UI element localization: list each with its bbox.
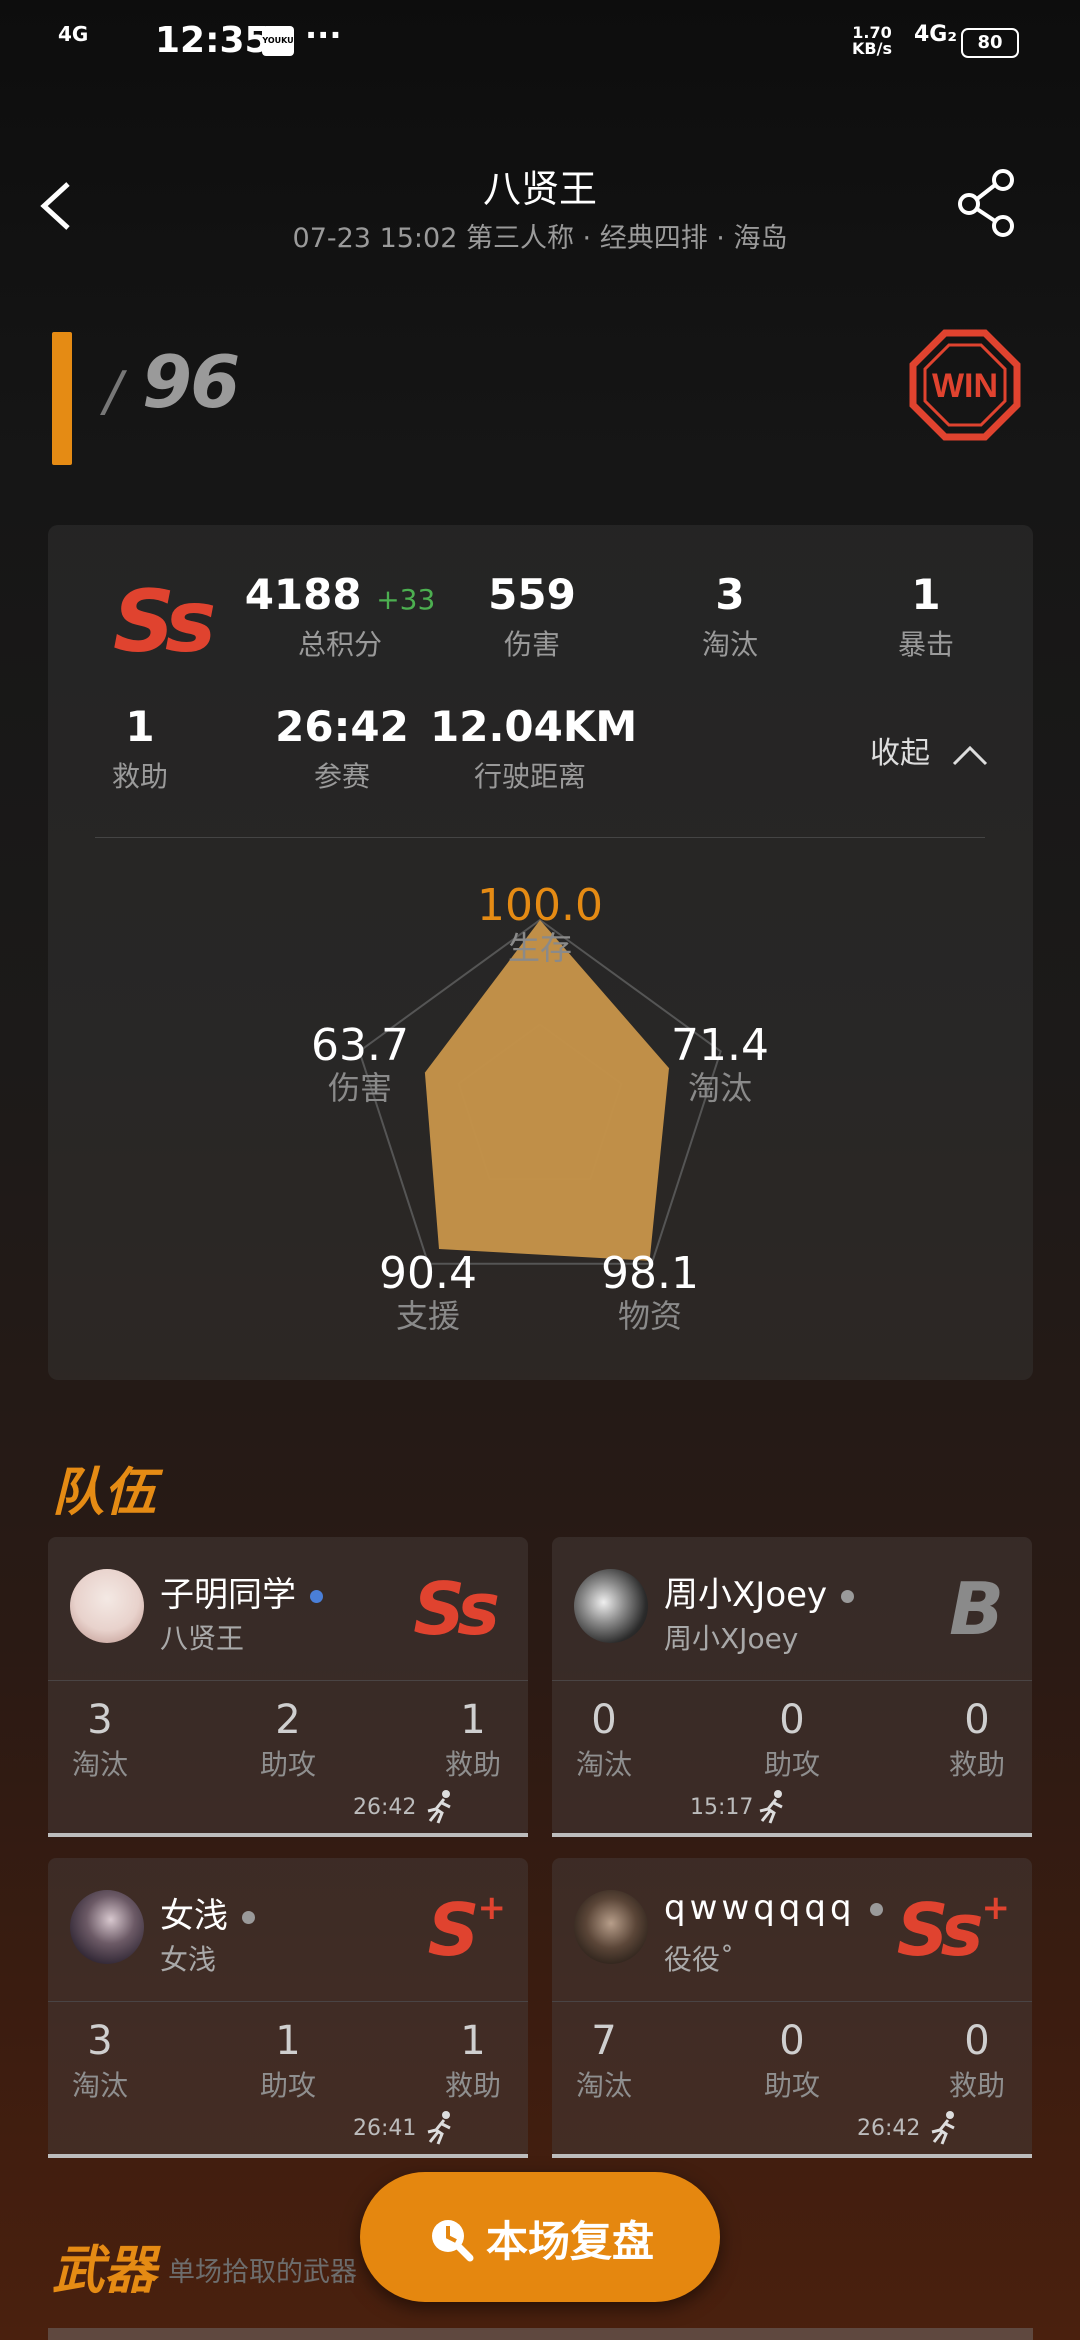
share-icon <box>958 169 1014 237</box>
teammate-time: 26:42 <box>353 1795 417 1820</box>
teammate-name: 周小XJoey <box>664 1567 855 1616</box>
teammate-assists: 1 助攻 <box>259 2018 316 2102</box>
running-man-icon <box>427 2111 451 2145</box>
online-status-dot <box>869 1903 883 1916</box>
teammate-rescues: 1 救助 <box>444 1697 501 1781</box>
svg-text:WIN: WIN <box>932 367 998 405</box>
teammate-card[interactable]: 女浅 女浅 S + 3 淘汰 1 助攻 1 救助 26:41 <box>48 1858 528 2158</box>
teammate-grade: B <box>949 1567 1004 1651</box>
teammate-grade: Ss <box>413 1567 500 1651</box>
stat-kills: 3 淘汰 <box>701 570 758 661</box>
battery-indicator: 80 <box>961 28 1019 58</box>
team-section-title: 队伍 <box>52 1463 157 1523</box>
teammate-kills: 7 淘汰 <box>575 2018 632 2102</box>
teammate-kills: 3 淘汰 <box>71 1697 128 1781</box>
teammate-time: 26:41 <box>353 2116 417 2141</box>
rank-slash: / <box>104 360 123 423</box>
stat-damage: 559 伤害 <box>488 570 576 661</box>
teammate-assists: 0 助攻 <box>763 1697 820 1781</box>
status-bar: 4G 12:35 YOUKU ··· 1.70 KB/s 4G₂ 80 <box>0 0 1080 90</box>
teammate-kills: 3 淘汰 <box>71 2018 128 2102</box>
win-badge-icon: WIN <box>905 325 1025 445</box>
avatar <box>574 1569 648 1643</box>
online-status-dot <box>310 1590 323 1603</box>
stat-crits: 1 暴击 <box>897 570 954 661</box>
teammate-kills: 0 淘汰 <box>575 1697 632 1781</box>
teammate-name: 女浅 <box>160 1888 255 1937</box>
share-button[interactable] <box>955 168 1021 238</box>
avatar <box>574 1890 648 1964</box>
weapons-section-title: 武器 <box>52 2241 157 2301</box>
radar-survival: 100.0 生存 <box>477 880 603 967</box>
radar-damage: 63.7 伤害 <box>311 1020 409 1107</box>
signal-indicator: 4G <box>58 22 89 46</box>
match-replay-button[interactable]: 本场复盘 <box>360 2172 720 2302</box>
teammate-card[interactable]: 周小XJoey 周小XJoey B 0 淘汰 0 助攻 0 救助 15:17 <box>552 1537 1032 1837</box>
running-man-icon <box>931 2111 955 2145</box>
match-grade: Ss <box>113 572 216 672</box>
teammate-id: 役役˚ <box>664 1943 735 1976</box>
weapons-list-top <box>48 2328 1033 2340</box>
running-man-icon <box>427 1790 451 1824</box>
stat-distance: 12.04KM 行驶距离 <box>430 702 638 793</box>
teammate-rescues: 1 救助 <box>444 2018 501 2102</box>
youku-app-icon: YOUKU <box>262 26 294 56</box>
card-divider <box>95 837 985 838</box>
teammate-time: 26:42 <box>857 2116 921 2141</box>
status-time: 12:35 <box>155 20 270 61</box>
stat-assists: 1 救助 <box>111 702 168 793</box>
teammate-id: 女浅 <box>160 1943 217 1976</box>
stat-duration: 26:42 参赛 <box>275 702 409 793</box>
page-title: 八贤王 <box>482 167 597 211</box>
teammate-name: qwwqqqq <box>664 1888 883 1928</box>
teammate-grade: Ss + <box>896 1888 1010 1972</box>
collapse-toggle[interactable]: 收起 <box>870 728 990 772</box>
network-type: 4G₂ <box>914 22 958 47</box>
teammate-grade: S + <box>427 1888 506 1972</box>
rank-total: 96 <box>142 340 240 424</box>
teammate-card[interactable]: qwwqqqq 役役˚ Ss + 7 淘汰 0 助攻 0 救助 26:42 <box>552 1858 1032 2158</box>
chevron-up-icon <box>952 745 987 765</box>
replay-search-icon <box>432 2220 474 2262</box>
radar-elimination: 71.4 淘汰 <box>671 1020 769 1107</box>
radar-supplies: 98.1 物资 <box>601 1248 699 1335</box>
weapons-subtitle: 单场拾取的武器 <box>168 2257 357 2288</box>
radar-support: 90.4 支援 <box>379 1248 477 1335</box>
avatar <box>70 1569 144 1643</box>
teammate-assists: 2 助攻 <box>259 1697 316 1781</box>
teammate-id: 周小XJoey <box>664 1622 799 1655</box>
teammate-time: 15:17 <box>690 1795 754 1820</box>
teammate-name: 子明同学 <box>160 1567 323 1616</box>
stat-total-score: 4188 +33 总积分 <box>244 570 436 661</box>
teammate-rescues: 0 救助 <box>948 1697 1005 1781</box>
more-notifications-icon: ··· <box>305 16 342 54</box>
match-info: 07-23 15:02 第三人称 · 经典四排 · 海岛 <box>292 223 788 254</box>
teammate-assists: 0 助攻 <box>763 2018 820 2102</box>
teammate-rescues: 0 救助 <box>948 2018 1005 2102</box>
online-status-dot <box>242 1911 255 1924</box>
teammate-id: 八贤王 <box>160 1622 245 1655</box>
teammate-card[interactable]: 子明同学 八贤王 Ss 3 淘汰 2 助攻 1 救助 26:42 <box>48 1537 528 1837</box>
score-delta: +33 <box>376 583 436 616</box>
running-man-icon <box>759 1790 783 1824</box>
online-status-dot <box>841 1590 855 1603</box>
rank-bar <box>52 332 72 465</box>
network-speed: 1.70 KB/s <box>852 23 892 58</box>
avatar <box>70 1890 144 1964</box>
